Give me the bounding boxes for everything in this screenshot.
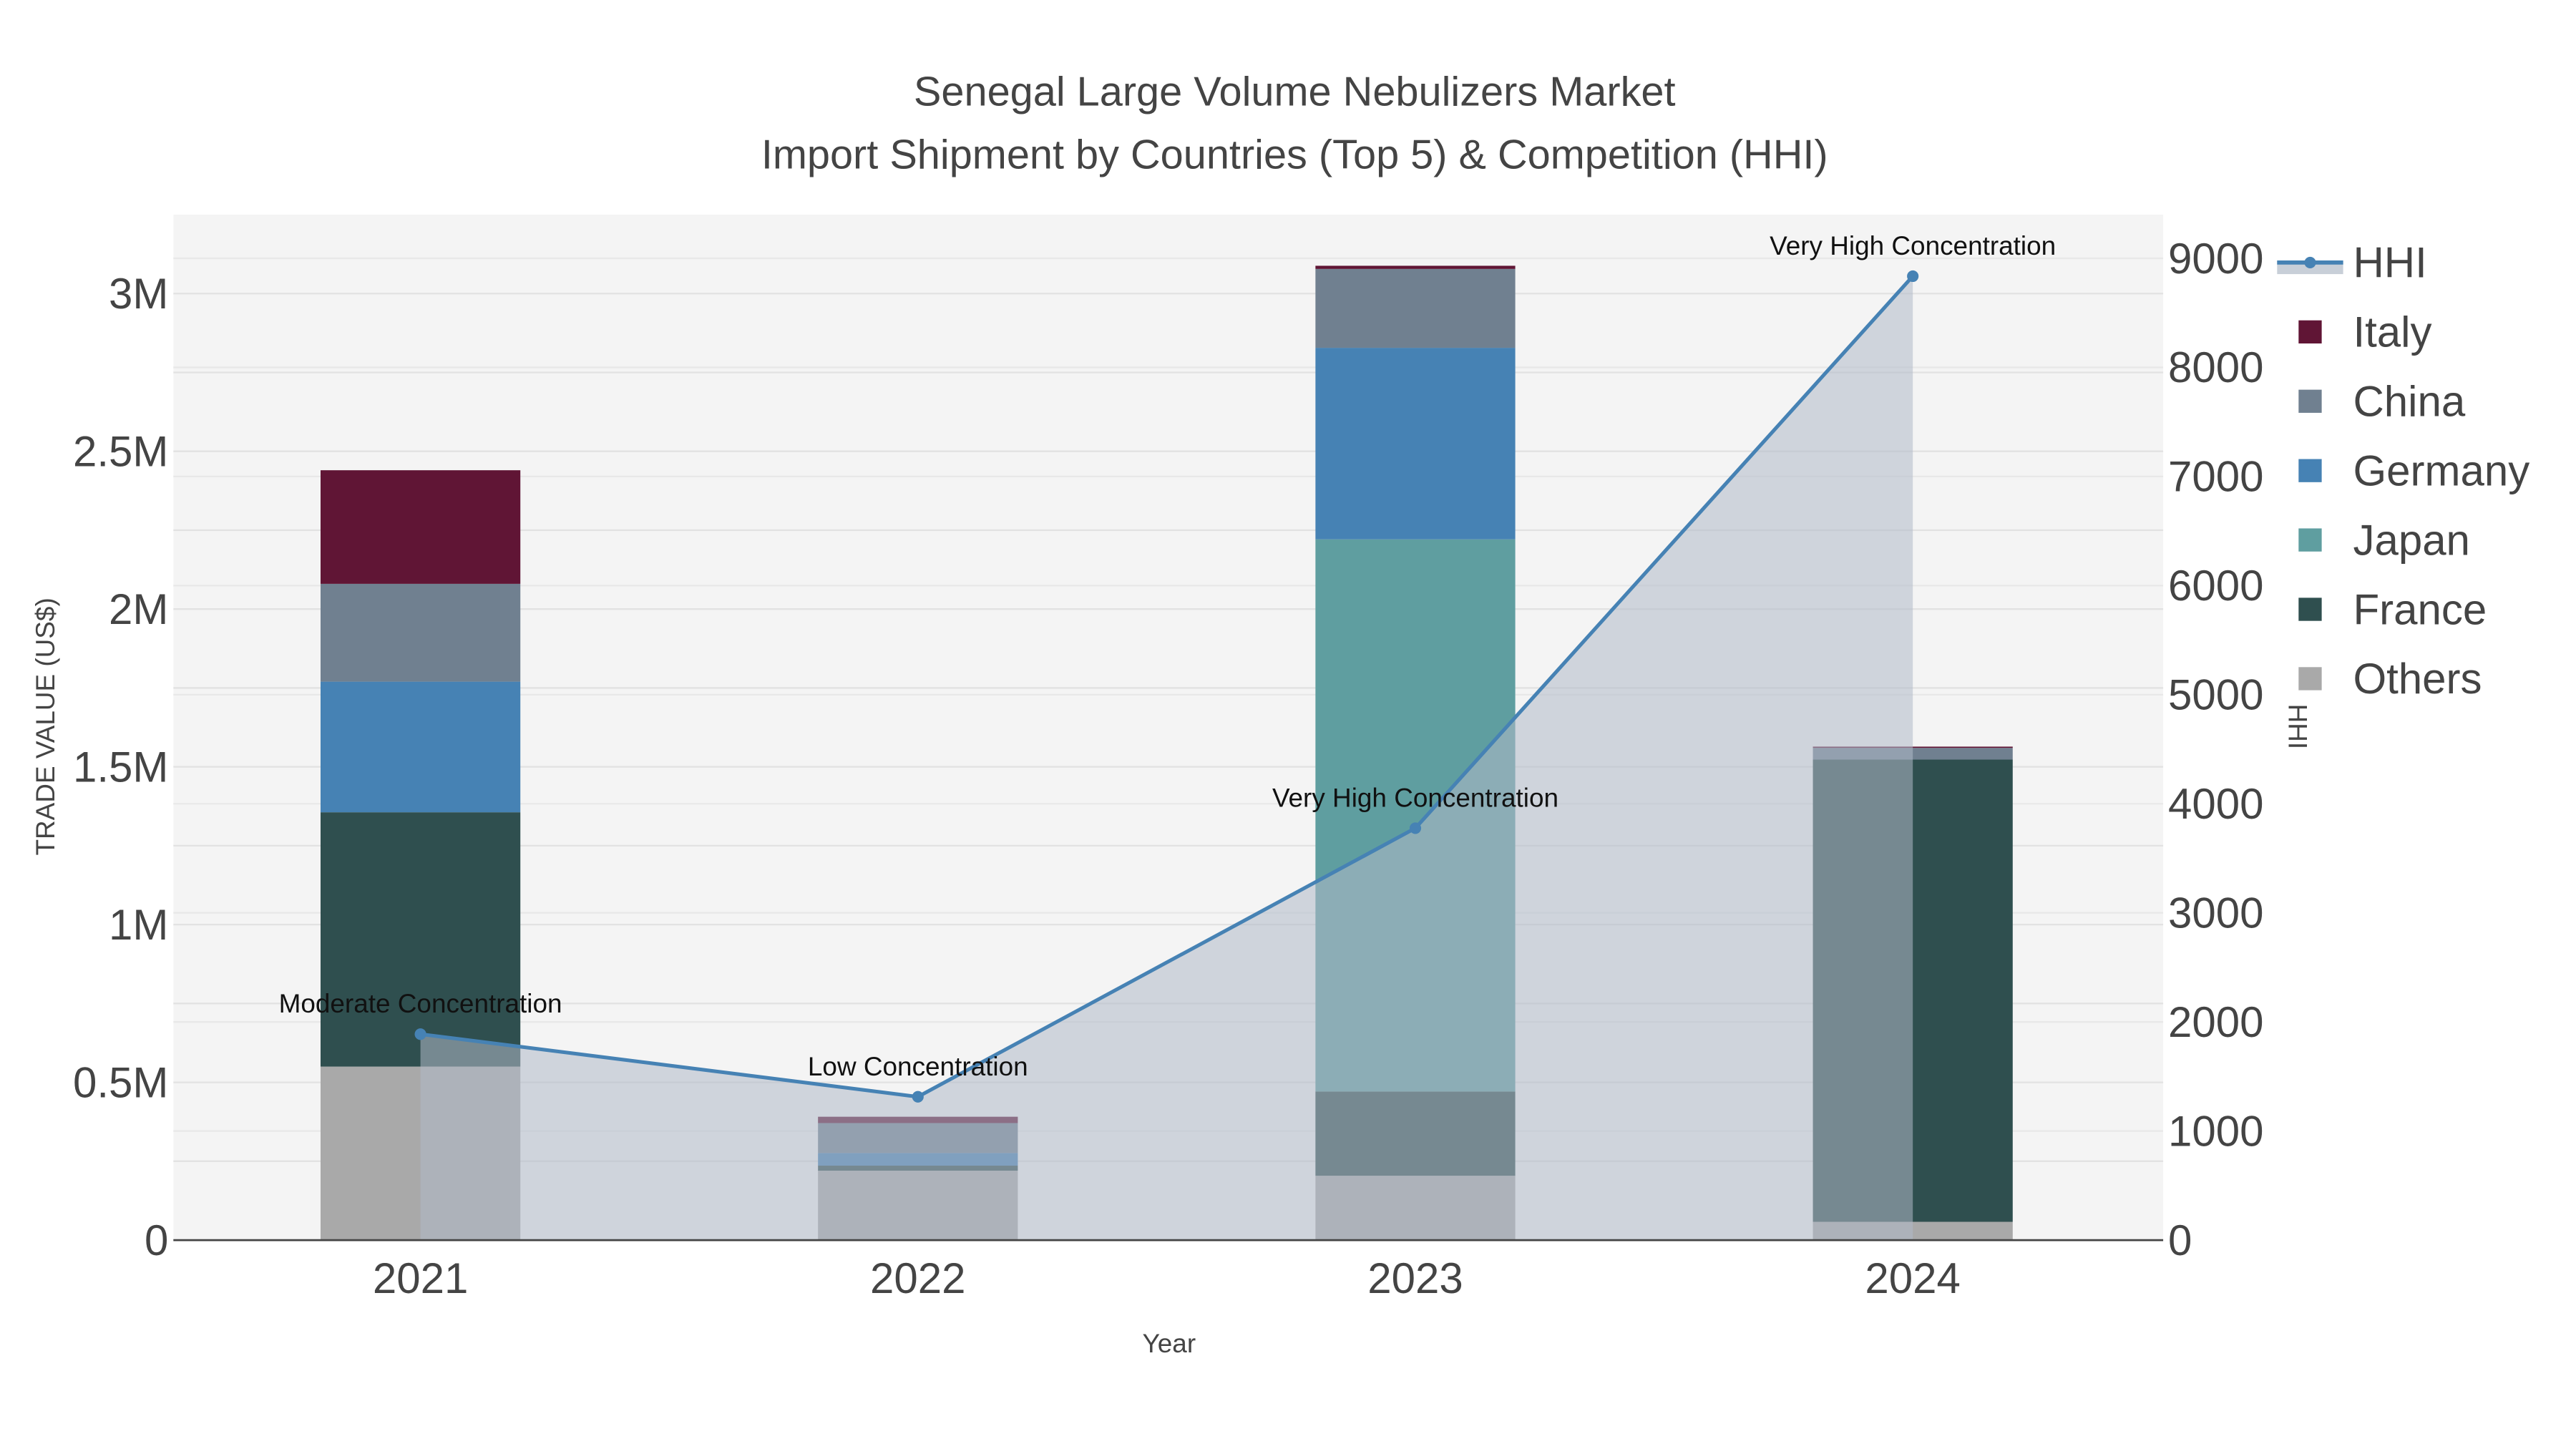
legend-swatch-china: [2298, 389, 2322, 413]
legend-label: Others: [2353, 655, 2482, 703]
hhi-annotation: Moderate Concentration: [279, 989, 562, 1018]
legend-swatch-others: [2298, 667, 2322, 691]
y-tick-label: 3M: [109, 270, 168, 318]
hhi-annotation: Very High Concentration: [1770, 231, 2056, 260]
hhi-point-2024: [1907, 270, 1919, 283]
y2-tick-label: 3000: [2168, 889, 2263, 937]
y-tick-label: 0: [145, 1216, 168, 1264]
x-tick-label: 2021: [373, 1254, 468, 1302]
hhi-annotation: Very High Concentration: [1272, 783, 1558, 812]
y2-tick-label: 9000: [2168, 235, 2263, 283]
bar-china-2023: [1315, 268, 1516, 348]
legend-label: Italy: [2353, 308, 2431, 356]
legend-swatch-italy: [2298, 320, 2322, 343]
bar-italy-2021: [320, 470, 521, 584]
bar-germany-2021: [320, 681, 521, 813]
hhi-annotation: Low Concentration: [808, 1052, 1028, 1081]
hhi-point-2021: [414, 1028, 426, 1040]
x-tick-label: 2022: [870, 1254, 965, 1302]
bar-italy-2023: [1315, 265, 1516, 269]
bar-germany-2023: [1315, 348, 1516, 540]
y-tick-label: 1M: [109, 901, 168, 949]
y-axis-title: TRADE VALUE (US$): [31, 597, 60, 855]
bar-china-2021: [320, 583, 521, 682]
x-axis-title: Year: [1143, 1329, 1196, 1358]
y2-tick-label: 7000: [2168, 453, 2263, 501]
legend-hhi-marker-icon: [2304, 256, 2316, 268]
legend-label: China: [2353, 378, 2465, 426]
y2-tick-label: 1000: [2168, 1107, 2263, 1155]
hhi-point-2022: [912, 1091, 924, 1103]
hhi-point-2023: [1409, 822, 1422, 834]
legend-label: HHI: [2353, 239, 2426, 287]
chart-subtitle: Import Shipment by Countries (Top 5) & C…: [761, 132, 1828, 177]
legend-swatch-germany: [2298, 459, 2322, 482]
y-tick-label: 0.5M: [73, 1058, 168, 1106]
y2-tick-label: 5000: [2168, 671, 2263, 719]
y-tick-label: 1.5M: [73, 743, 168, 791]
x-tick-label: 2024: [1865, 1254, 1960, 1302]
legend-swatch-japan: [2298, 528, 2322, 552]
legend-label: France: [2353, 585, 2487, 633]
legend-label: Germany: [2353, 447, 2529, 494]
y2-tick-label: 8000: [2168, 343, 2263, 391]
y2-tick-label: 2000: [2168, 998, 2263, 1046]
legend-label: Japan: [2353, 516, 2469, 564]
y-tick-label: 2M: [109, 585, 168, 633]
chart-title: Senegal Large Volume Nebulizers Market: [914, 69, 1676, 115]
legend-swatch-france: [2298, 597, 2322, 621]
y2-tick-label: 4000: [2168, 780, 2263, 828]
y2-tick-label: 6000: [2168, 562, 2263, 610]
chart: Moderate Concentration Low Concentration V…: [0, 0, 2576, 1449]
x-tick-label: 2023: [1367, 1254, 1463, 1302]
y2-axis-title: HHI: [2283, 704, 2312, 750]
y2-tick-label: 0: [2168, 1216, 2192, 1264]
y-tick-label: 2.5M: [73, 427, 168, 475]
